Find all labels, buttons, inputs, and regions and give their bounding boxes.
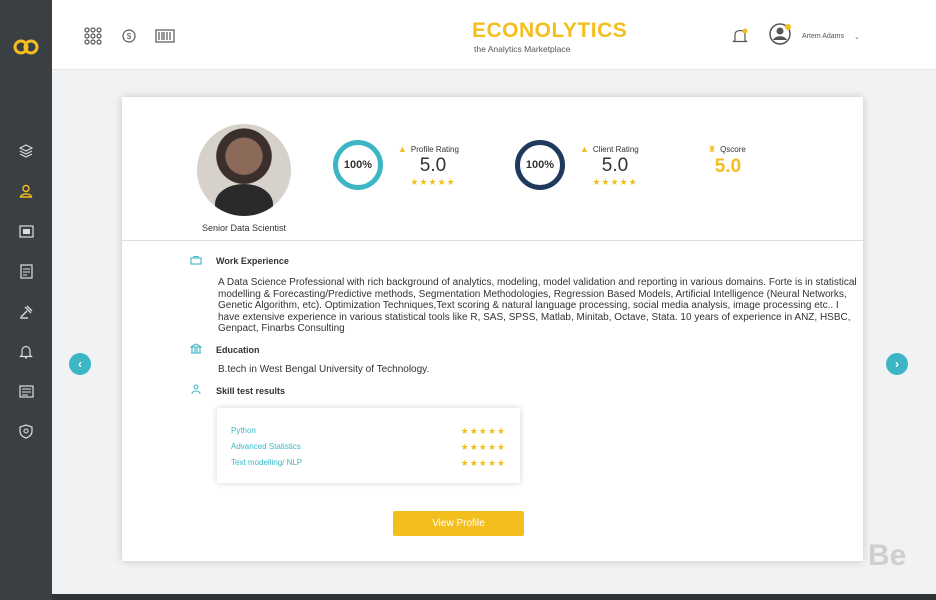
user-menu[interactable]: Artem Adams ⌄ [768,22,860,51]
document-icon[interactable] [16,261,36,281]
work-experience-text: A Data Science Professional with rich ba… [218,277,857,334]
skill-name[interactable]: Advanced Statistics [231,442,301,453]
grid-menu-icon[interactable] [82,25,104,47]
warning-icon: ▲ [398,144,407,154]
profile-rating-percent: 100% [343,159,373,171]
user-name: Artem Adams [802,33,845,40]
top-bar: $ ECONOLYTICS the Analytics Marketplace … [52,0,936,70]
profile-rating-stars: ★★★★★ [410,177,456,187]
avatar-icon [768,22,792,51]
skill-row: Python ★★★★★ [231,426,506,437]
skill-tests-label: Skill test results [216,385,286,396]
profile-rating-ring: 100% [333,140,383,190]
education-heading: Education [189,343,260,356]
skill-row: Text modelling/ NLP ★★★★★ [231,458,506,469]
warning-icon: ▲ [580,144,589,154]
brand[interactable]: ECONOLYTICS the Analytics Marketplace [472,19,628,55]
profile-rating-value: 5.0 [419,155,447,176]
notification-bell-icon[interactable] [729,25,751,47]
people-icon [190,384,202,397]
news-icon[interactable] [16,381,36,401]
skill-stars: ★★★★★ [460,426,506,436]
client-rating-value: 5.0 [601,155,629,176]
qscore: ♜ Qscore 5.0 [708,144,748,178]
profile-title: Senior Data Scientist [201,223,287,233]
client-rating-stars: ★★★★★ [592,177,638,187]
profile-rating-label: Profile Rating [410,144,459,154]
skill-stars: ★★★★★ [460,458,506,468]
app-frame: $ ECONOLYTICS the Analytics Marketplace … [0,0,936,600]
media-icon[interactable] [16,221,36,241]
building-icon [189,343,203,356]
profile-photo [197,124,291,216]
client-rating-percent: 100% [525,159,555,171]
skill-row: Advanced Statistics ★★★★★ [231,442,506,453]
coin-icon[interactable]: $ [118,25,140,47]
briefcase-icon [190,255,202,267]
qscore-label: Qscore [720,145,746,154]
skill-name[interactable]: Text modelling/ NLP [231,458,302,469]
chevron-down-icon[interactable]: ⌄ [854,33,860,41]
brand-tagline: the Analytics Marketplace [474,44,571,54]
skill-results-box: Python ★★★★★ Advanced Statistics ★★★★★ T… [217,408,520,483]
brand-name: ECONOLYTICS [472,19,628,42]
sidebar [0,0,52,600]
svg-text:$: $ [127,32,132,41]
trophy-icon: ♜ [708,144,717,154]
client-rating-ring: 100% [515,140,565,190]
work-experience-heading: Work Experience [190,255,289,267]
skill-tests-heading: Skill test results [190,384,285,397]
profile-card: Senior Data Scientist 100% ▲ Profile Rati… [122,97,863,561]
previous-arrow-icon[interactable]: ‹ [69,353,91,375]
divider [122,240,863,241]
gavel-icon[interactable] [16,301,36,321]
bottom-edge [52,594,936,600]
skill-stars: ★★★★★ [460,442,506,452]
client-rating-label: Client Rating [592,144,639,154]
behance-watermark: Be [868,539,907,572]
profile-rating: ▲ Profile Rating 5.0 ★★★★★ [398,144,468,188]
shield-icon[interactable] [16,421,36,441]
barcode-icon[interactable] [154,25,176,47]
skill-name[interactable]: Python [231,426,256,437]
layers-icon[interactable] [16,141,36,161]
client-rating: ▲ Client Rating 5.0 ★★★★★ [580,144,650,188]
app-logo-icon[interactable] [12,36,40,58]
view-profile-button[interactable]: View Profile [393,511,524,536]
qscore-value: 5.0 [714,156,742,177]
next-arrow-icon[interactable]: › [886,353,908,375]
education-label: Education [216,344,260,355]
bell-icon[interactable] [16,341,36,361]
user-icon[interactable] [16,181,36,201]
work-experience-label: Work Experience [216,256,289,266]
education-text: B.tech in West Bengal University of Tech… [218,364,430,375]
